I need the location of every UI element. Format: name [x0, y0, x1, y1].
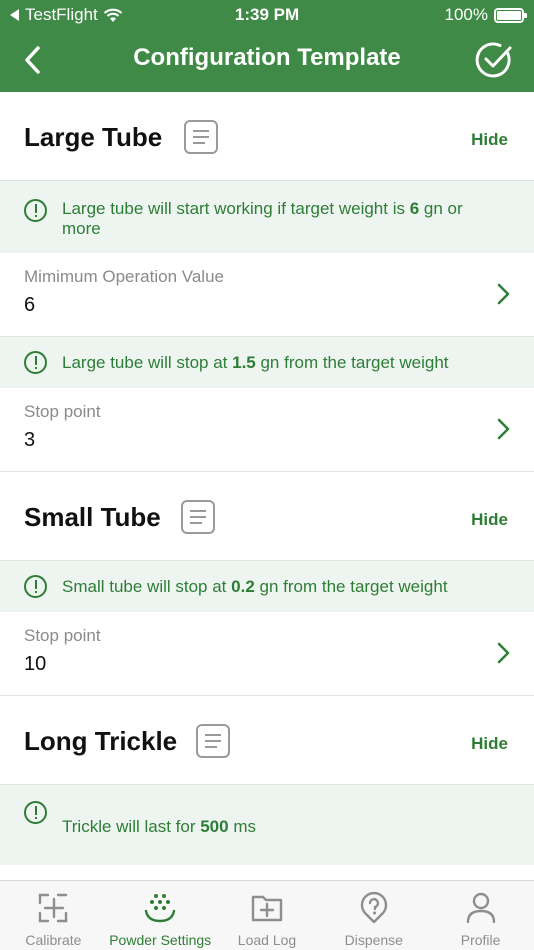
notes-icon[interactable]	[184, 120, 218, 154]
tab-label: Calibrate	[25, 932, 82, 948]
tab-powder-settings[interactable]: Powder Settings	[107, 881, 214, 950]
tab-label: Load Log	[237, 932, 297, 948]
status-right: 100%	[444, 5, 527, 25]
section-title: Small Tube	[24, 502, 161, 532]
info-text: Small tube will stop at 0.2 gn from the …	[62, 577, 448, 596]
hide-button[interactable]: Hide	[471, 510, 508, 530]
settings-content: Large Tube Hide Large tube will start wo…	[0, 92, 534, 865]
info-text: Large tube will stop at 1.5 gn from the …	[62, 353, 449, 372]
tab-dispense[interactable]: Dispense	[320, 881, 427, 950]
info-banner-small-stop: Small tube will stop at 0.2 gn from the …	[0, 561, 534, 612]
chevron-right-icon	[497, 418, 510, 440]
calibrate-icon	[39, 893, 68, 923]
field-value: 6	[24, 294, 36, 316]
min-operation-field[interactable]: Mimimum Operation Value 6	[0, 253, 534, 337]
profile-icon	[466, 892, 495, 924]
save-button[interactable]	[474, 40, 514, 80]
field-label: Mimimum Operation Value	[24, 267, 224, 286]
info-banner-trickle: Trickle will last for 500 ms	[0, 785, 534, 865]
dispense-icon	[360, 891, 387, 924]
tab-label: Powder Settings	[109, 932, 212, 948]
alert-icon	[24, 351, 47, 374]
field-value: 3	[24, 429, 36, 451]
hide-button[interactable]: Hide	[471, 130, 508, 150]
status-bar: TestFlight 1:39 PM 100%	[0, 0, 534, 30]
tab-load-log[interactable]: Load Log	[214, 881, 321, 950]
battery-percent: 100%	[444, 5, 488, 24]
section-header-long-trickle: Long Trickle Hide	[0, 696, 534, 785]
alert-icon	[24, 575, 47, 598]
info-banner-large-start: Large tube will start working if target …	[0, 181, 534, 253]
section-title: Large Tube	[24, 122, 163, 152]
alert-icon	[24, 801, 47, 824]
info-banner-large-stop: Large tube will stop at 1.5 gn from the …	[0, 337, 534, 388]
info-text: Trickle will last for 500 ms	[62, 817, 256, 836]
large-stop-point-field[interactable]: Stop point 3	[0, 388, 534, 472]
chevron-right-icon	[497, 283, 510, 305]
app-header: TestFlight 1:39 PM 100% Configuration Te…	[0, 0, 534, 92]
hide-button[interactable]: Hide	[471, 734, 508, 754]
load-log-icon	[251, 895, 283, 922]
chevron-right-icon	[497, 642, 510, 664]
page-title: Configuration Template	[133, 44, 401, 71]
tab-calibrate[interactable]: Calibrate	[0, 881, 107, 950]
notes-icon[interactable]	[181, 500, 215, 534]
alert-icon	[24, 199, 47, 222]
tab-label: Dispense	[344, 932, 403, 948]
field-label: Stop point	[24, 626, 101, 645]
check-circle-icon	[475, 42, 512, 78]
tab-label: Profile	[460, 932, 501, 948]
field-label: Stop point	[24, 402, 101, 421]
section-title: Long Trickle	[24, 726, 178, 756]
small-stop-point-field[interactable]: Stop point 10	[0, 612, 534, 696]
section-header-large-tube: Large Tube Hide	[0, 92, 534, 181]
battery-icon	[494, 7, 527, 23]
section-header-small-tube: Small Tube Hide	[0, 472, 534, 561]
field-value: 10	[24, 653, 47, 675]
tab-profile[interactable]: Profile	[427, 881, 534, 950]
powder-settings-icon	[144, 894, 176, 923]
info-text: Large tube will start working if target …	[62, 199, 463, 238]
notes-icon[interactable]	[196, 724, 230, 758]
tab-bar: Calibrate Powder Settings Load Log Dispe…	[0, 880, 534, 950]
